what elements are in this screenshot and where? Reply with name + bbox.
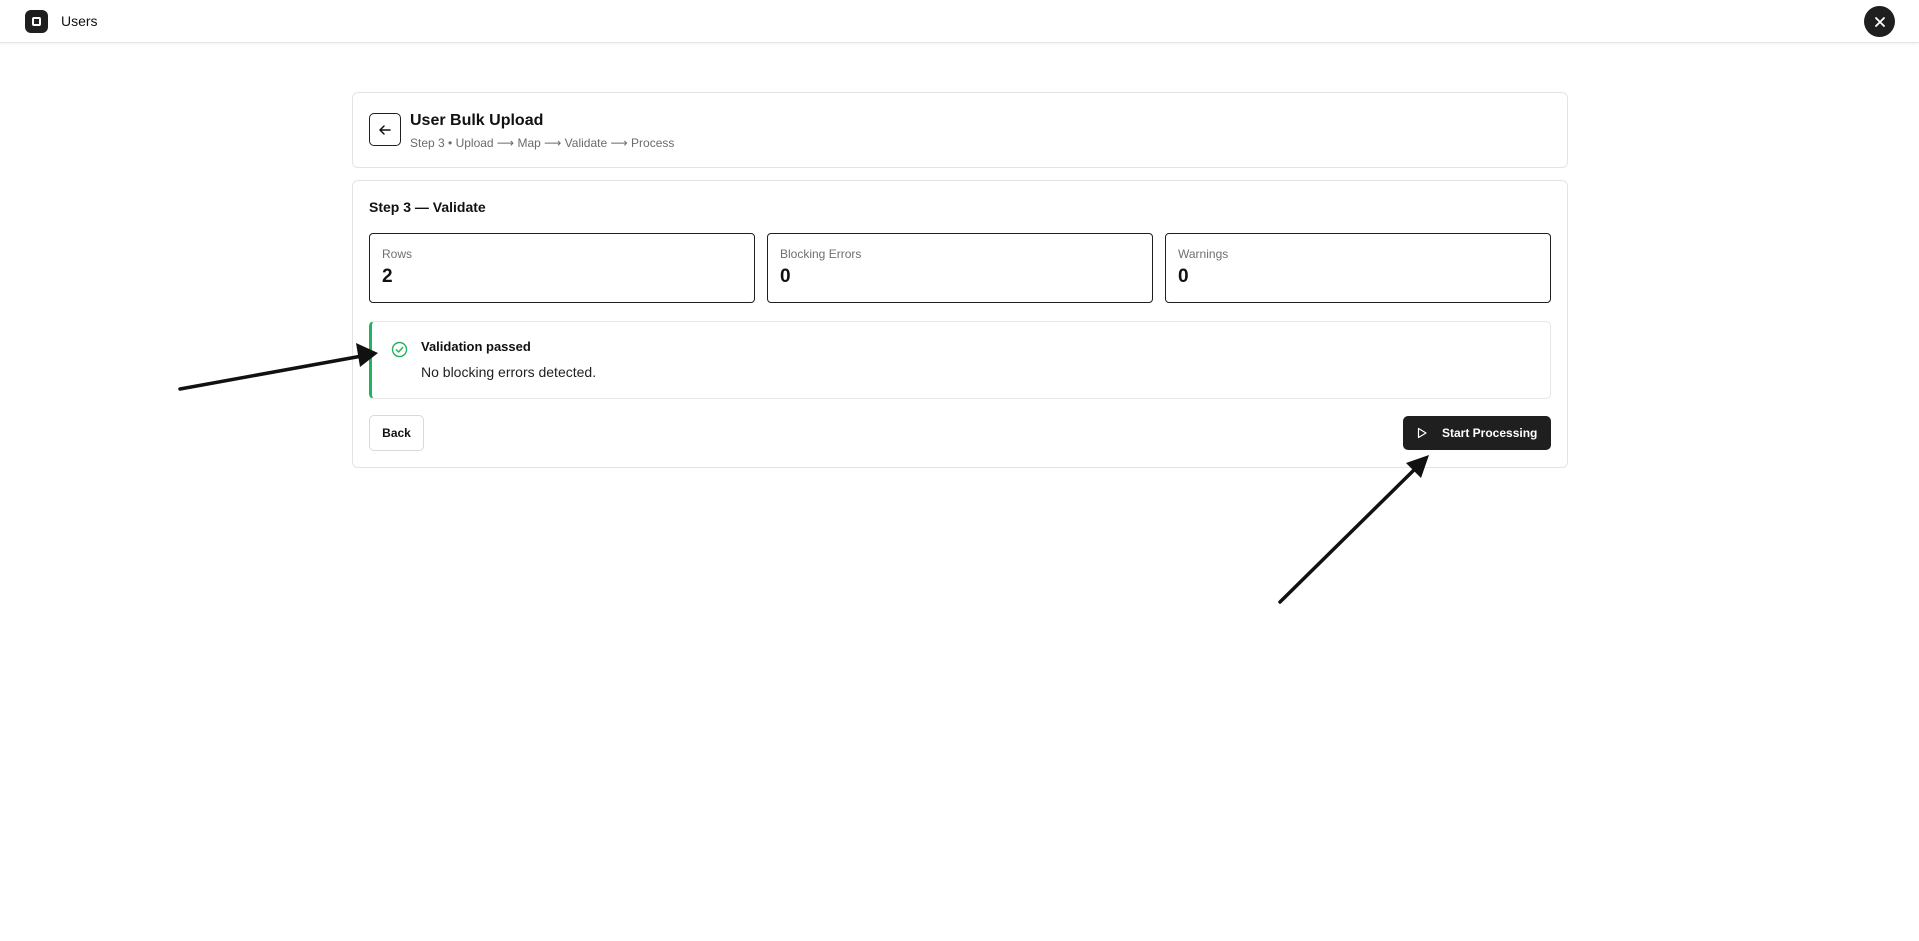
page-title: User Bulk Upload (410, 112, 544, 129)
back-button[interactable]: Back (369, 415, 424, 451)
close-icon (1874, 16, 1885, 27)
check-circle-icon (391, 341, 408, 358)
arrow-left-icon (379, 124, 391, 135)
play-icon (1417, 427, 1427, 439)
back-arrow-button[interactable] (369, 113, 401, 146)
close-button[interactable] (1864, 6, 1895, 37)
stat-warnings: Warnings 0 (1165, 233, 1551, 303)
stat-value: 0 (780, 266, 791, 287)
validation-alert: Validation passed No blocking errors det… (369, 321, 1551, 399)
annotation-arrow (178, 343, 378, 391)
app-title: Users (61, 13, 98, 29)
alert-title: Validation passed (421, 339, 531, 354)
header-card: User Bulk Upload Step 3 • Upload ⟶ Map ⟶… (352, 92, 1568, 168)
alert-message: No blocking errors detected. (421, 364, 597, 380)
stat-label: Blocking Errors (780, 247, 862, 261)
validate-card: Step 3 — Validate Rows 2 Blocking Errors… (352, 180, 1568, 468)
stat-label: Warnings (1178, 247, 1229, 261)
stat-blocking-errors: Blocking Errors 0 (767, 233, 1153, 303)
breadcrumb: Step 3 • Upload ⟶ Map ⟶ Validate ⟶ Proce… (410, 136, 675, 150)
stat-value: 2 (382, 266, 393, 287)
stat-label: Rows (382, 247, 413, 261)
stat-rows: Rows 2 (369, 233, 755, 303)
step-title: Step 3 — Validate (369, 199, 486, 215)
start-processing-button[interactable]: Start Processing (1403, 416, 1551, 450)
top-bar: Users (0, 0, 1919, 43)
app-logo-icon (25, 10, 48, 33)
annotation-arrow (1278, 455, 1429, 604)
start-processing-label: Start Processing (1442, 426, 1538, 440)
stat-value: 0 (1178, 266, 1189, 287)
